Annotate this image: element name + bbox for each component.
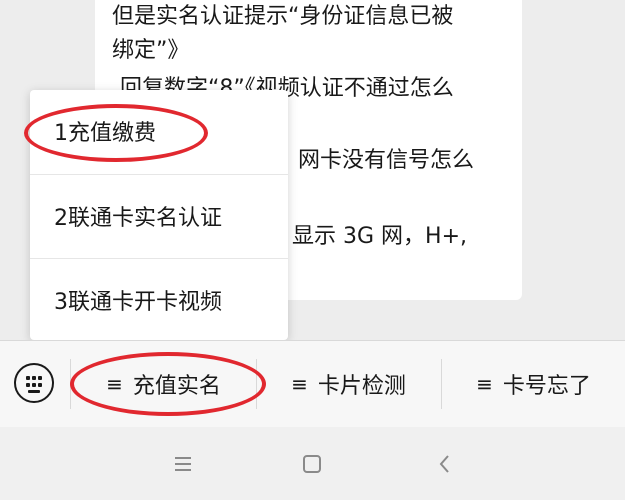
submenu-item-activation-video[interactable]: 3联通卡开卡视频 (30, 258, 288, 340)
submenu-item-label: 1充值缴费 (54, 121, 156, 146)
message-line: 显示 3G 网，H+, (292, 224, 468, 249)
submenu-item-label: 3联通卡开卡视频 (54, 289, 222, 315)
submenu-item-recharge[interactable]: 1充值缴费 (30, 90, 288, 172)
submenu-item-realname[interactable]: 2联通卡实名认证 (30, 174, 288, 256)
menu-bar: ≡ 充值实名 ≡ 卡片检测 ≡ 卡号忘了 (0, 340, 625, 428)
menu-lines-icon: ≡ (291, 372, 308, 396)
menu-item-label: 卡片检测 (317, 374, 406, 399)
system-nav-bar (0, 427, 625, 500)
menu-item-label: 充值实名 (132, 374, 221, 399)
menu-lines-icon: ≡ (476, 372, 493, 396)
back-icon[interactable] (430, 449, 460, 479)
message-line: 绑定”》 (112, 38, 190, 63)
message-line: 但是实名认证提示“身份证信息已被 (112, 4, 454, 29)
menu-item-card-check[interactable]: ≡ 卡片检测 (257, 341, 440, 427)
menu-icon[interactable] (168, 449, 198, 479)
submenu-popup: 1充值缴费 2联通卡实名认证 3联通卡开卡视频 (30, 90, 288, 340)
menu-item-forgot-number[interactable]: ≡ 卡号忘了 (442, 341, 625, 427)
keyboard-icon[interactable] (14, 363, 54, 403)
menu-item-recharge-realname[interactable]: ≡ 充值实名 (72, 341, 255, 427)
submenu-item-label: 2联通卡实名认证 (54, 205, 222, 231)
menu-item-label: 卡号忘了 (502, 374, 591, 399)
home-square-icon[interactable] (297, 449, 327, 479)
message-line: 网卡没有信号怎么 (298, 148, 475, 173)
menu-divider (70, 359, 71, 409)
menu-lines-icon: ≡ (106, 372, 123, 396)
